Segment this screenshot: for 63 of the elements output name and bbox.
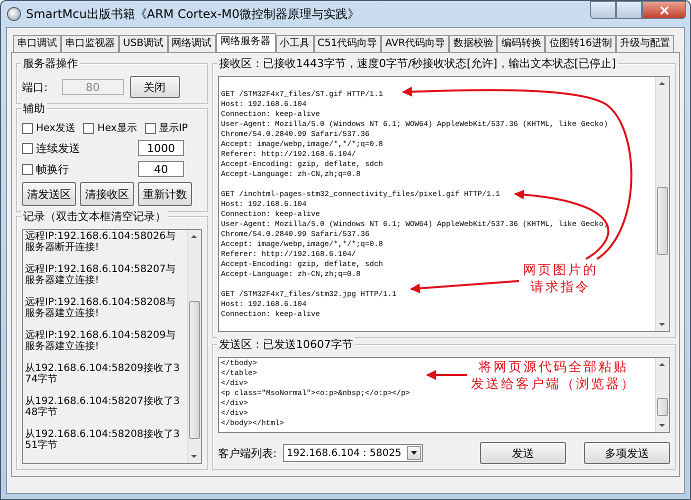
tab[interactable]: 小工具: [276, 35, 314, 52]
window-title: SmartMcu出版书籍《ARM Cortex-M0微控制器原理与实践》: [26, 6, 361, 22]
annotation-text: 发送给客户端（浏览器）: [471, 376, 636, 393]
checkbox-label: Hex发送: [36, 122, 76, 135]
log-entry: 从192.168.6.104:58207接收了348字节: [25, 396, 181, 418]
tab[interactable]: USB调试: [119, 35, 168, 52]
tab[interactable]: 位图转16进制: [545, 35, 616, 52]
send-button[interactable]: 发送: [480, 442, 566, 464]
action-button[interactable]: 重新计数: [138, 182, 192, 206]
checkbox[interactable]: [22, 122, 33, 134]
client-list-label: 客户端列表:: [218, 446, 277, 460]
dropdown-value: 192.168.6.104 : 58025: [286, 448, 402, 458]
close-icon[interactable]: [660, 6, 668, 14]
annotation-arrow: [426, 370, 467, 380]
log-entry: 从192.168.6.104:58209接收了374字节: [25, 363, 181, 385]
tab[interactable]: AVR代码向导: [381, 35, 450, 52]
scroll-thumb[interactable]: [657, 187, 668, 255]
group-title: 记录（双击文本框清空记录）: [21, 209, 168, 224]
tab[interactable]: 编码转换: [497, 35, 546, 52]
multi-send-button[interactable]: 多项发送: [584, 442, 670, 464]
app-icon: [7, 7, 21, 21]
checkbox-label: Hex显示: [97, 122, 137, 135]
tab[interactable]: 网络服务器: [216, 33, 276, 52]
log-entry: 远程IP:192.168.6.104:58026与服务器断开连接!: [25, 231, 177, 253]
number-field[interactable]: 1000: [138, 140, 184, 156]
log-entry: 远程IP:192.168.6.104:58208与服务器建立连接!: [25, 297, 177, 319]
group-title: 辅助: [21, 101, 47, 116]
close-button[interactable]: [642, 1, 686, 19]
tab[interactable]: C51代码向导: [314, 35, 382, 52]
minimize-button[interactable]: [590, 1, 616, 19]
number-field[interactable]: 40: [138, 161, 184, 177]
action-button[interactable]: 清发送区: [22, 182, 76, 206]
action-button[interactable]: 清接收区: [80, 182, 134, 206]
vertical-scrollbar[interactable]: [655, 77, 669, 331]
group-title: 发送区：已发送10607字节: [217, 337, 355, 352]
vertical-scrollbar[interactable]: [187, 230, 201, 463]
tab[interactable]: 升级与配置: [616, 35, 674, 52]
tab[interactable]: 串口监视器: [61, 35, 119, 52]
checkbox-label: 帧换行: [36, 162, 69, 176]
client-dropdown[interactable]: 192.168.6.104 : 58025: [282, 444, 423, 462]
checkbox[interactable]: [83, 122, 94, 134]
checkbox[interactable]: [22, 142, 33, 154]
tab[interactable]: 数据校验: [449, 35, 498, 52]
log-entry: 从192.168.6.104:58208接收了351字节: [25, 429, 181, 451]
checkbox-label: 显示IP: [158, 122, 188, 135]
annotation-text: 将网页源代码全部粘贴: [478, 359, 628, 376]
checkbox-label: 连续发送: [36, 140, 80, 156]
tab[interactable]: 网络调试: [168, 35, 216, 52]
maximize-button[interactable]: [616, 1, 642, 19]
close-server-button[interactable]: 关闭: [130, 76, 180, 98]
group-title: 接收区：已接收1443字节，速度0字节/秒接收状态[允许]，输出文本状态[已停止]: [217, 56, 618, 71]
annotation-text: 请求指令: [530, 279, 590, 296]
scroll-thumb[interactable]: [657, 398, 668, 416]
scroll-thumb[interactable]: [189, 301, 200, 439]
log-entry: 远程IP:192.168.6.104:58209与服务器建立连接!: [25, 330, 177, 352]
checkbox[interactable]: [22, 164, 33, 174]
tab[interactable]: 串口调试: [13, 35, 61, 52]
checkbox[interactable]: [144, 122, 156, 134]
group-title: 服务器操作: [21, 56, 80, 71]
annotation-text: 网页图片的: [523, 262, 598, 279]
log-entry: 远程IP:192.168.6.104:58207与服务器建立连接!: [25, 264, 177, 286]
port-label: 端口:: [22, 80, 48, 94]
vertical-scrollbar[interactable]: [655, 358, 669, 432]
